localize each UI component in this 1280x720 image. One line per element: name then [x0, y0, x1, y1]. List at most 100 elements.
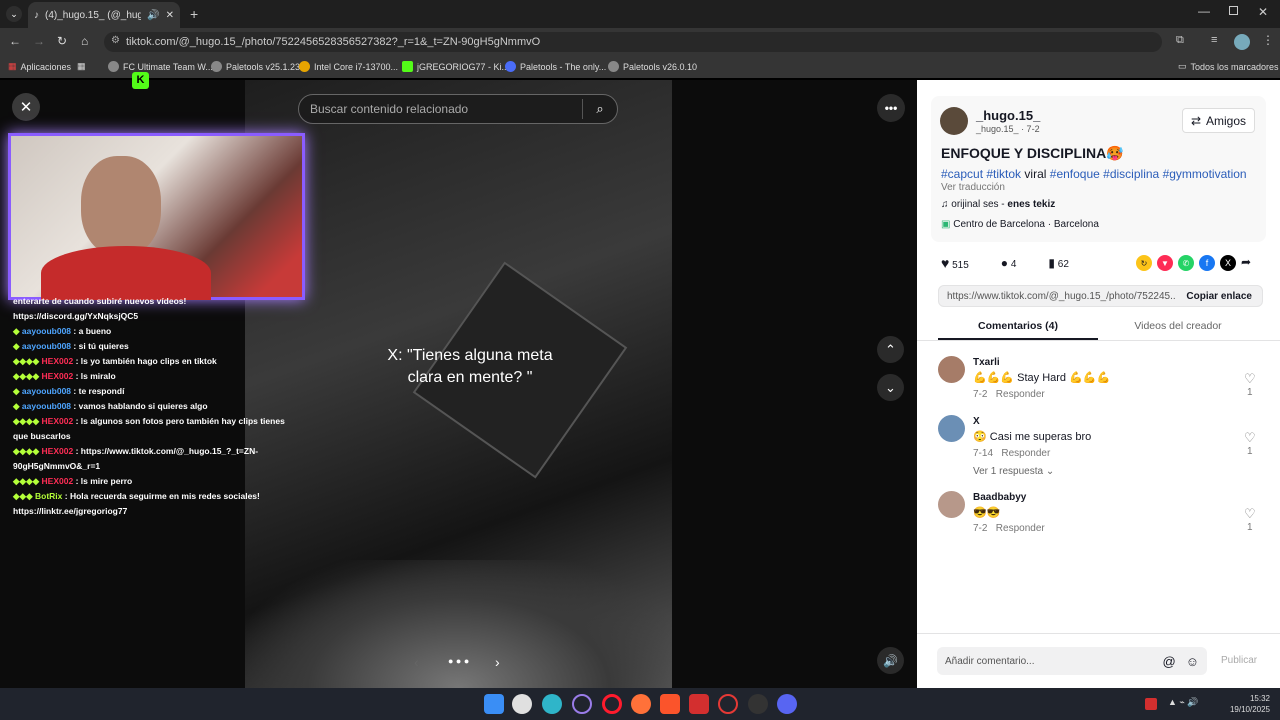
bookmark-paletools-2[interactable]: Paletools - The only... [505, 61, 606, 72]
commenter-name[interactable]: Txarli [973, 357, 1000, 368]
commenter-avatar[interactable] [938, 415, 965, 442]
tab-creator-videos[interactable]: Videos del creador [1098, 320, 1258, 340]
hashtag-link[interactable]: #tiktok [986, 167, 1021, 181]
bookmark-fc[interactable]: FC Ultimate Team W... [108, 61, 213, 72]
facebook-icon[interactable]: f [1199, 255, 1215, 271]
repost-icon[interactable]: ↻ [1136, 255, 1152, 271]
hashtag-link[interactable]: #enfoque [1050, 167, 1100, 181]
bookmark-paletools-1[interactable]: Paletools v25.1.23 [211, 61, 300, 72]
post-link: https://www.tiktok.com/@_hugo.15_/photo/… [947, 290, 1177, 302]
app-x-icon[interactable] [689, 694, 709, 714]
comment-input[interactable]: Añadir comentario... @ ☺ [937, 647, 1207, 675]
mention-icon[interactable]: @ [1163, 654, 1186, 669]
maximize-icon[interactable] [1229, 6, 1238, 15]
music-note-icon: ♫ [941, 199, 952, 210]
share-arrow-icon[interactable]: ➦ [1241, 255, 1257, 271]
bookmark-apps[interactable]: ▦ Aplicaciones [8, 61, 71, 72]
reply-button[interactable]: Responder [1001, 448, 1050, 459]
search-input[interactable]: Buscar contenido relacionado ⌕ [298, 94, 618, 124]
author-meta: _hugo.15_ · 7-2 [976, 124, 1040, 134]
menu-icon[interactable]: ⋮ [1262, 33, 1274, 47]
send-icon[interactable]: ▼ [1157, 255, 1173, 271]
like-action[interactable]: ♥ 515 [941, 255, 969, 271]
bookmark-kick[interactable]: jGREGORIOG77 - Ki... [402, 61, 509, 72]
profile-avatar[interactable] [1234, 34, 1250, 50]
location-row[interactable]: ▣ Centro de Barcelona · Barcelona [941, 219, 1099, 230]
emoji-icon[interactable]: ☺ [1186, 654, 1207, 669]
opera-icon[interactable] [602, 694, 622, 714]
author-avatar[interactable] [940, 107, 968, 135]
comment-action[interactable]: ● 4 [1001, 256, 1017, 270]
close-tab-icon[interactable]: ✕ [166, 10, 174, 21]
app-icon[interactable] [572, 694, 592, 714]
tray-app-icon[interactable] [1145, 698, 1157, 710]
friends-button[interactable]: ⇄ Amigos [1182, 108, 1255, 133]
reading-list-icon[interactable]: ≡ [1211, 34, 1217, 46]
caption-line: clara en mente? " [407, 369, 533, 386]
comment-like-icon[interactable]: ♡ [1244, 506, 1256, 522]
minimize-icon[interactable]: — [1198, 4, 1210, 18]
start-icon[interactable] [484, 694, 504, 714]
commenter-name[interactable]: Baadbabyy [973, 492, 1026, 503]
author-handle: _hugo.15_ [976, 124, 1019, 134]
next-post-icon[interactable]: ⌄ [877, 374, 904, 401]
extensions-icon[interactable]: ⧉ [1176, 34, 1184, 47]
hashtag-link[interactable]: #capcut [941, 167, 983, 181]
brave-icon[interactable] [660, 694, 680, 714]
close-window-icon[interactable]: ✕ [1258, 5, 1268, 19]
comment-like-icon[interactable]: ♡ [1244, 371, 1256, 387]
x-share-icon[interactable]: X [1220, 255, 1236, 271]
comment-text: 😎😎 [973, 507, 1001, 519]
caption-line: X: "Tienes alguna meta [387, 347, 553, 364]
tab-search-icon[interactable]: ⌄ [6, 6, 22, 22]
close-viewer-icon[interactable]: ✕ [12, 93, 40, 121]
more-options-icon[interactable]: ••• [877, 94, 905, 122]
search-icon[interactable]: ⌕ [583, 101, 617, 117]
copy-link-button[interactable]: Copiar enlace [1176, 291, 1262, 302]
app-red-icon[interactable] [718, 694, 738, 714]
reply-button[interactable]: Responder [996, 523, 1045, 534]
commenter-name[interactable]: X [973, 416, 980, 427]
forward-icon[interactable]: → [33, 34, 45, 48]
view-replies-link[interactable]: Ver 1 respuesta ⌄ [973, 466, 1054, 477]
edge-icon[interactable] [542, 694, 562, 714]
commenter-avatar[interactable] [938, 356, 965, 383]
save-action[interactable]: ▮ 62 [1048, 256, 1069, 270]
chat-text: que buscarlos [13, 431, 71, 441]
chat-user: HEX002 [41, 416, 74, 426]
bookmark-grid[interactable]: ▦ [77, 61, 86, 72]
discord-icon[interactable] [777, 694, 797, 714]
hashtag-link[interactable]: #disciplina [1103, 167, 1159, 181]
author-username[interactable]: _hugo.15_ [976, 108, 1040, 123]
firefox-icon[interactable] [631, 694, 651, 714]
comment-like-icon[interactable]: ♡ [1244, 430, 1256, 446]
bookmark-paletools-3[interactable]: Paletools v26.0.10 [608, 61, 697, 72]
previous-post-icon[interactable]: ⌃ [877, 336, 904, 363]
next-photo-icon[interactable]: › [495, 654, 500, 670]
publish-button[interactable]: Publicar [1221, 655, 1257, 666]
bookmark-all[interactable]: ▭ Todos los marcadores [1178, 61, 1279, 72]
volume-icon[interactable]: 🔊 [877, 647, 904, 674]
address-bar[interactable]: ⚙ tiktok.com/@_hugo.15_/photo/7522456528… [104, 32, 1162, 52]
prev-photo-icon[interactable]: ‹ [414, 654, 419, 670]
chrome-icon[interactable] [512, 694, 532, 714]
site-info-icon[interactable]: ⚙ [111, 35, 120, 46]
home-icon[interactable]: ⌂ [81, 34, 88, 48]
new-tab-icon[interactable]: + [190, 6, 198, 22]
tray-icons[interactable]: ▲ ⌁ 🔊 [1168, 697, 1199, 708]
hashtag-link[interactable]: #gymmotivation [1163, 167, 1247, 181]
commenter-avatar[interactable] [938, 491, 965, 518]
reply-button[interactable]: Responder [996, 389, 1045, 400]
speaker-icon[interactable]: 🔊 [147, 10, 159, 21]
bookmark-intel[interactable]: Intel Core i7-13700... [299, 61, 398, 72]
tab-comments[interactable]: Comentarios (4) [938, 320, 1098, 340]
back-icon[interactable]: ← [9, 34, 21, 48]
browser-tab[interactable]: ♪ (4)_hugo.15_ (@_hugo.15_) 🔊 ✕ [28, 2, 180, 28]
see-translation-link[interactable]: Ver traducción [941, 182, 1005, 193]
bookmark-label: Aplicaciones [20, 61, 72, 72]
clock[interactable]: 15:32 19/10/2025 [1222, 693, 1270, 715]
obs-icon[interactable] [748, 694, 768, 714]
whatsapp-icon[interactable]: ✆ [1178, 255, 1194, 271]
reload-icon[interactable]: ↻ [57, 34, 67, 48]
music-row[interactable]: ♫ orijinal ses - enes tekiz [941, 199, 1055, 210]
